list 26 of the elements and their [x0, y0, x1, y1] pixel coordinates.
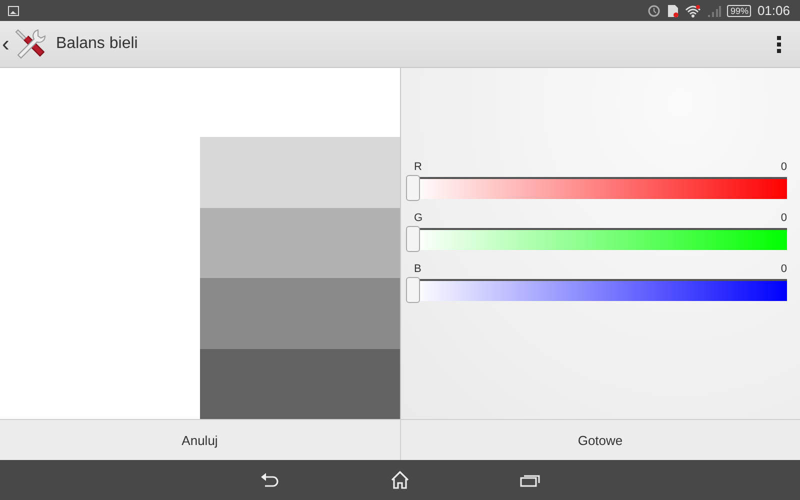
- slider-thumb[interactable]: [406, 175, 420, 201]
- back-button[interactable]: ‹: [2, 31, 12, 57]
- wifi-icon: [685, 4, 702, 18]
- cancel-button[interactable]: Anuluj: [0, 420, 400, 460]
- channel-value: 0: [780, 161, 787, 173]
- color-slider[interactable]: [406, 175, 787, 201]
- channel-value: 0: [780, 263, 787, 275]
- back-icon[interactable]: [260, 473, 280, 487]
- slider-thumb[interactable]: [406, 226, 420, 252]
- color-slider[interactable]: [406, 226, 787, 252]
- image-icon: [8, 6, 19, 16]
- home-icon[interactable]: [390, 471, 410, 489]
- channel-value: 0: [780, 212, 787, 224]
- screen-title: Balans bieli: [56, 35, 139, 53]
- alarm-icon: [647, 4, 662, 18]
- color-slider[interactable]: [406, 277, 787, 303]
- more-options-icon[interactable]: [777, 36, 782, 52]
- signal-icon: [707, 4, 722, 18]
- clock-time: 01:06: [757, 3, 790, 18]
- channel-label: G: [414, 212, 423, 224]
- battery-level: 99%: [727, 4, 752, 16]
- channel-label: R: [414, 161, 422, 173]
- slider-thumb[interactable]: [406, 277, 420, 303]
- sim-card-icon: [667, 4, 680, 18]
- recent-apps-icon[interactable]: [520, 473, 540, 487]
- channel-label: B: [414, 263, 422, 275]
